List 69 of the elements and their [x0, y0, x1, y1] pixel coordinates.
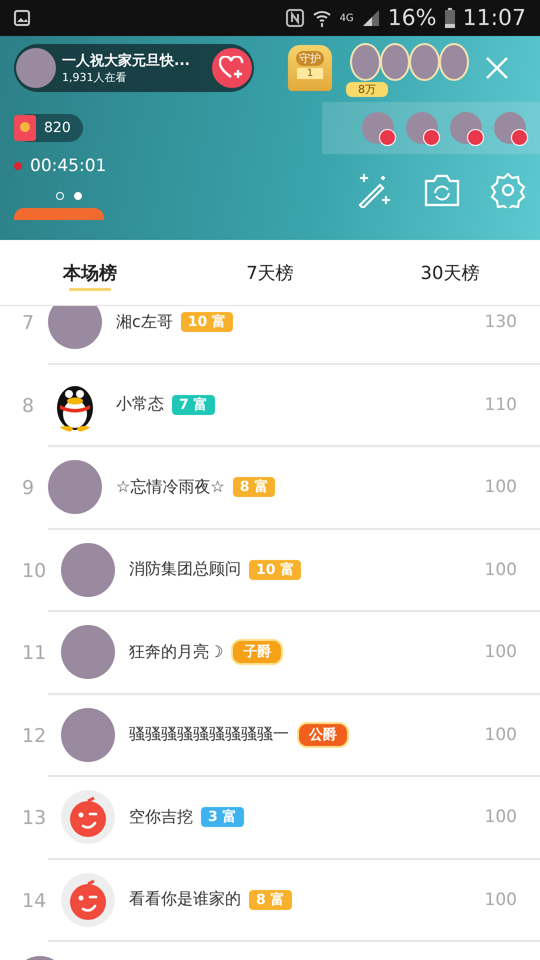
fan-avatar[interactable]: [350, 43, 380, 81]
contribution-score: 100: [484, 724, 517, 745]
user-name: 狂奔的月亮☽: [129, 642, 224, 663]
wealth-level-badge: 7 富: [172, 394, 215, 415]
user-avatar[interactable]: [48, 306, 102, 350]
rank-number: 10: [21, 558, 48, 584]
noble-rank-badge: 子爵: [231, 639, 284, 666]
host-info-pill[interactable]: 一人祝大家元旦快... 1,931人在看: [14, 44, 254, 92]
user-name: 湘c左哥: [116, 312, 173, 333]
contribution-score: 100: [484, 642, 517, 662]
viewer-count: 1,931人在看: [62, 70, 128, 84]
rank-number: 12: [21, 724, 48, 749]
audience-avatar[interactable]: [450, 112, 482, 144]
contribution-score: 100: [484, 807, 517, 828]
host-avatar: [16, 48, 56, 88]
contribution-amount: 8万: [346, 82, 388, 97]
user-name: 消防集团总顾问: [129, 559, 241, 580]
wifi-icon: [312, 9, 332, 27]
contribution-score: 100: [484, 890, 517, 910]
rank-number: 8: [21, 394, 36, 419]
fan-avatar[interactable]: [409, 43, 440, 81]
wealth-level-badge: 10 富: [249, 560, 302, 580]
gift-envelope-pill[interactable]: 820: [14, 114, 83, 142]
envelope-icon: [14, 115, 36, 141]
close-icon[interactable]: [486, 57, 508, 79]
user-name: 空你吉挖: [129, 806, 193, 828]
rank-number: 14: [21, 888, 48, 914]
recording-dot-icon: [14, 162, 22, 170]
wealth-level-badge: 3 富: [201, 807, 244, 828]
rank-number: 13: [21, 806, 48, 832]
contribution-score: 130: [484, 312, 517, 332]
image-icon: [14, 10, 30, 26]
audience-avatar[interactable]: [406, 112, 438, 144]
network-type: 4G: [340, 12, 354, 24]
rank-number: 11: [21, 641, 48, 666]
fan-avatar[interactable]: [380, 43, 410, 81]
live-timer: 00:45:01: [30, 156, 106, 176]
battery-percent: 16%: [388, 6, 437, 30]
user-name: 看看你是谁家的: [129, 889, 241, 910]
contribution-score: 100: [484, 477, 517, 498]
fan-avatar[interactable]: [438, 43, 469, 81]
noble-rank-badge: 公爵: [297, 722, 349, 748]
wealth-level-badge: 10 富: [180, 312, 234, 332]
battery-icon: [444, 8, 455, 28]
rank-number: 9: [21, 476, 36, 502]
audience-avatar[interactable]: [494, 112, 526, 144]
envelope-count: 820: [44, 120, 71, 136]
user-name: ☆忘情冷雨夜☆: [116, 476, 225, 498]
guard-count: 1: [296, 68, 324, 79]
guard-label: 守护: [296, 51, 324, 66]
signal-icon: [362, 9, 380, 27]
winking-face-avatar-icon[interactable]: [61, 872, 115, 927]
user-name: 小常态: [116, 394, 164, 416]
live-title: 一人祝大家元旦快...: [62, 52, 191, 70]
contribution-score: 100: [484, 560, 517, 580]
user-name: 骚骚骚骚骚骚骚骚骚一: [129, 724, 289, 746]
guard-badge[interactable]: 守护 1: [288, 45, 332, 91]
camera-switch-icon[interactable]: [424, 173, 460, 207]
clock: 11:07: [462, 6, 526, 30]
audience-avatar[interactable]: [362, 112, 394, 144]
heart-plus-icon: [219, 56, 245, 80]
nfc-icon: [286, 9, 304, 27]
contribution-score: 110: [484, 394, 517, 415]
winking-face-avatar-icon[interactable]: [61, 790, 115, 844]
settings-icon[interactable]: [490, 172, 526, 208]
follow-button[interactable]: [212, 48, 252, 88]
wealth-level-badge: 8 富: [249, 890, 292, 910]
wealth-level-badge: 8 富: [232, 477, 276, 498]
rank-number: 7: [21, 311, 36, 336]
